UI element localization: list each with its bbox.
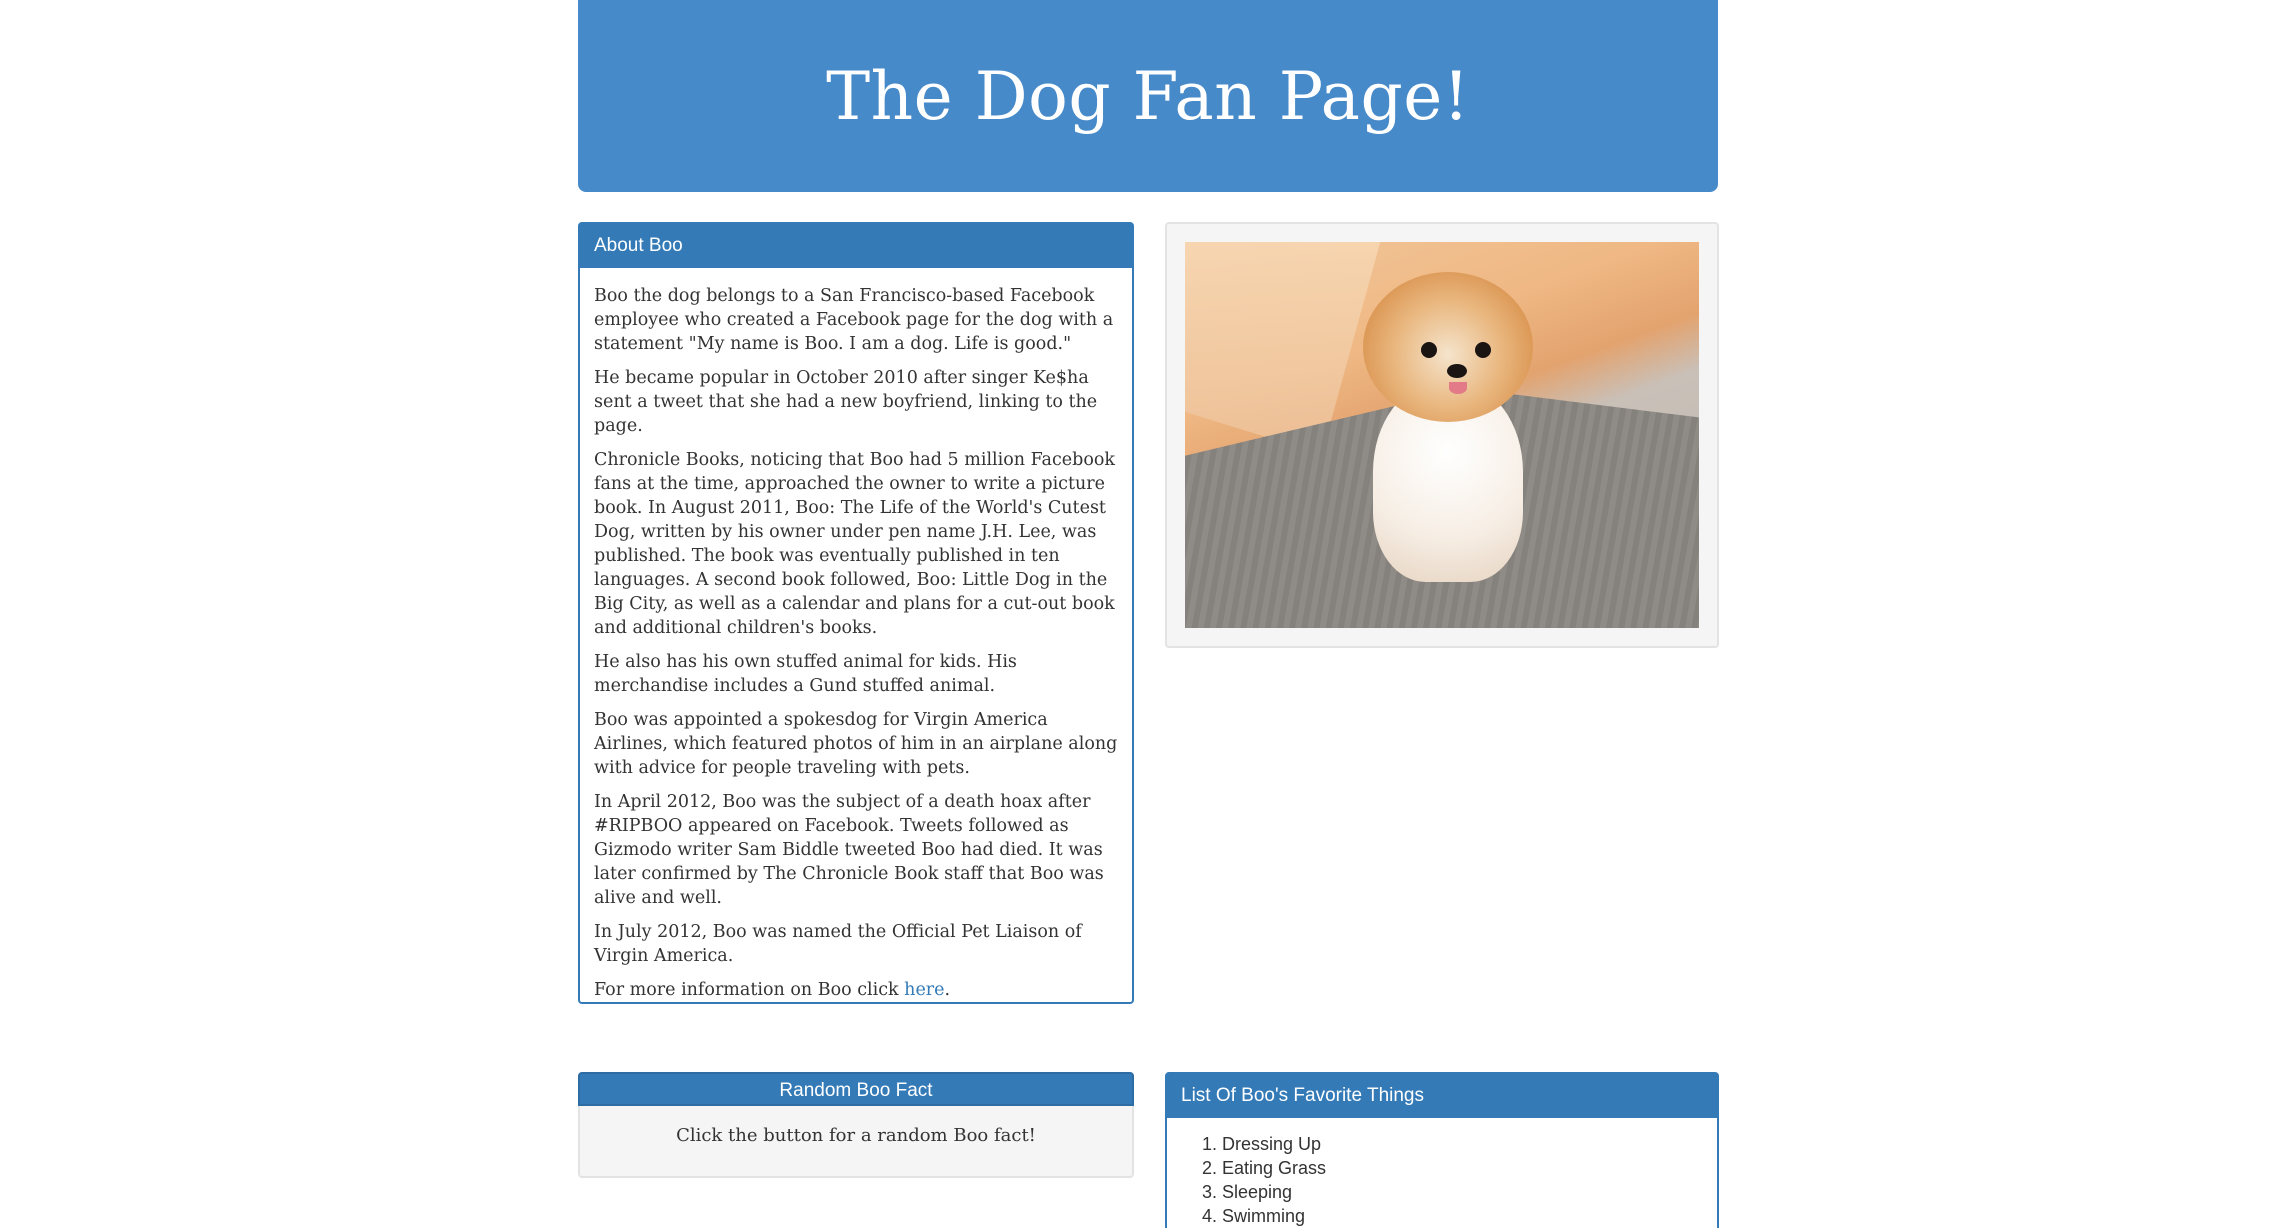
about-panel-body: Boo the dog belongs to a San Francisco-b… (580, 268, 1132, 1002)
list-item: Dressing Up (1222, 1132, 1717, 1156)
about-paragraph: Boo was appointed a spokesdog for Virgin… (594, 710, 1118, 778)
boo-dog-photo (1185, 242, 1699, 628)
random-fact-button[interactable]: Random Boo Fact (578, 1072, 1134, 1106)
dog-figure (1353, 272, 1543, 602)
about-paragraph: In April 2012, Boo was the subject of a … (594, 792, 1104, 908)
favorites-panel: List Of Boo's Favorite Things Dressing U… (1165, 1072, 1719, 1228)
list-item: Eating Grass (1222, 1156, 1717, 1180)
favorites-panel-heading: List Of Boo's Favorite Things (1167, 1074, 1717, 1118)
favorites-list: Dressing Up Eating Grass Sleeping Swimmi… (1167, 1118, 1717, 1228)
more-info-link[interactable]: here (904, 980, 944, 1000)
dog-tongue (1449, 382, 1467, 394)
about-paragraph: Chronicle Books, noticing that Boo had 5… (594, 450, 1116, 638)
about-paragraph: Boo the dog belongs to a San Francisco-b… (594, 286, 1114, 354)
header-banner: The Dog Fan Page! (578, 0, 1718, 192)
list-item: Sleeping (1222, 1180, 1717, 1204)
about-paragraph: He became popular in October 2010 after … (594, 368, 1098, 436)
random-fact-panel: Random Boo Fact Click the button for a r… (578, 1072, 1134, 1180)
about-panel-heading: About Boo (580, 224, 1132, 268)
dog-eye-left (1421, 342, 1437, 358)
list-item: Swimming (1222, 1204, 1717, 1228)
page-title: The Dog Fan Page! (826, 57, 1470, 135)
about-paragraph: In July 2012, Boo was named the Official… (594, 922, 1082, 966)
about-paragraph: He also has his own stuffed animal for k… (594, 652, 1017, 696)
dog-head (1363, 272, 1533, 422)
more-info-paragraph: For more information on Boo click here. (594, 978, 1118, 1002)
more-info-text: For more information on Boo click (594, 980, 905, 1000)
dog-eye-right (1475, 342, 1491, 358)
photo-well (1165, 222, 1719, 648)
about-panel: About Boo Boo the dog belongs to a San F… (578, 222, 1134, 1004)
random-fact-text: Click the button for a random Boo fact! (578, 1106, 1134, 1178)
more-info-suffix: . (944, 980, 951, 1000)
dog-nose (1447, 364, 1467, 378)
